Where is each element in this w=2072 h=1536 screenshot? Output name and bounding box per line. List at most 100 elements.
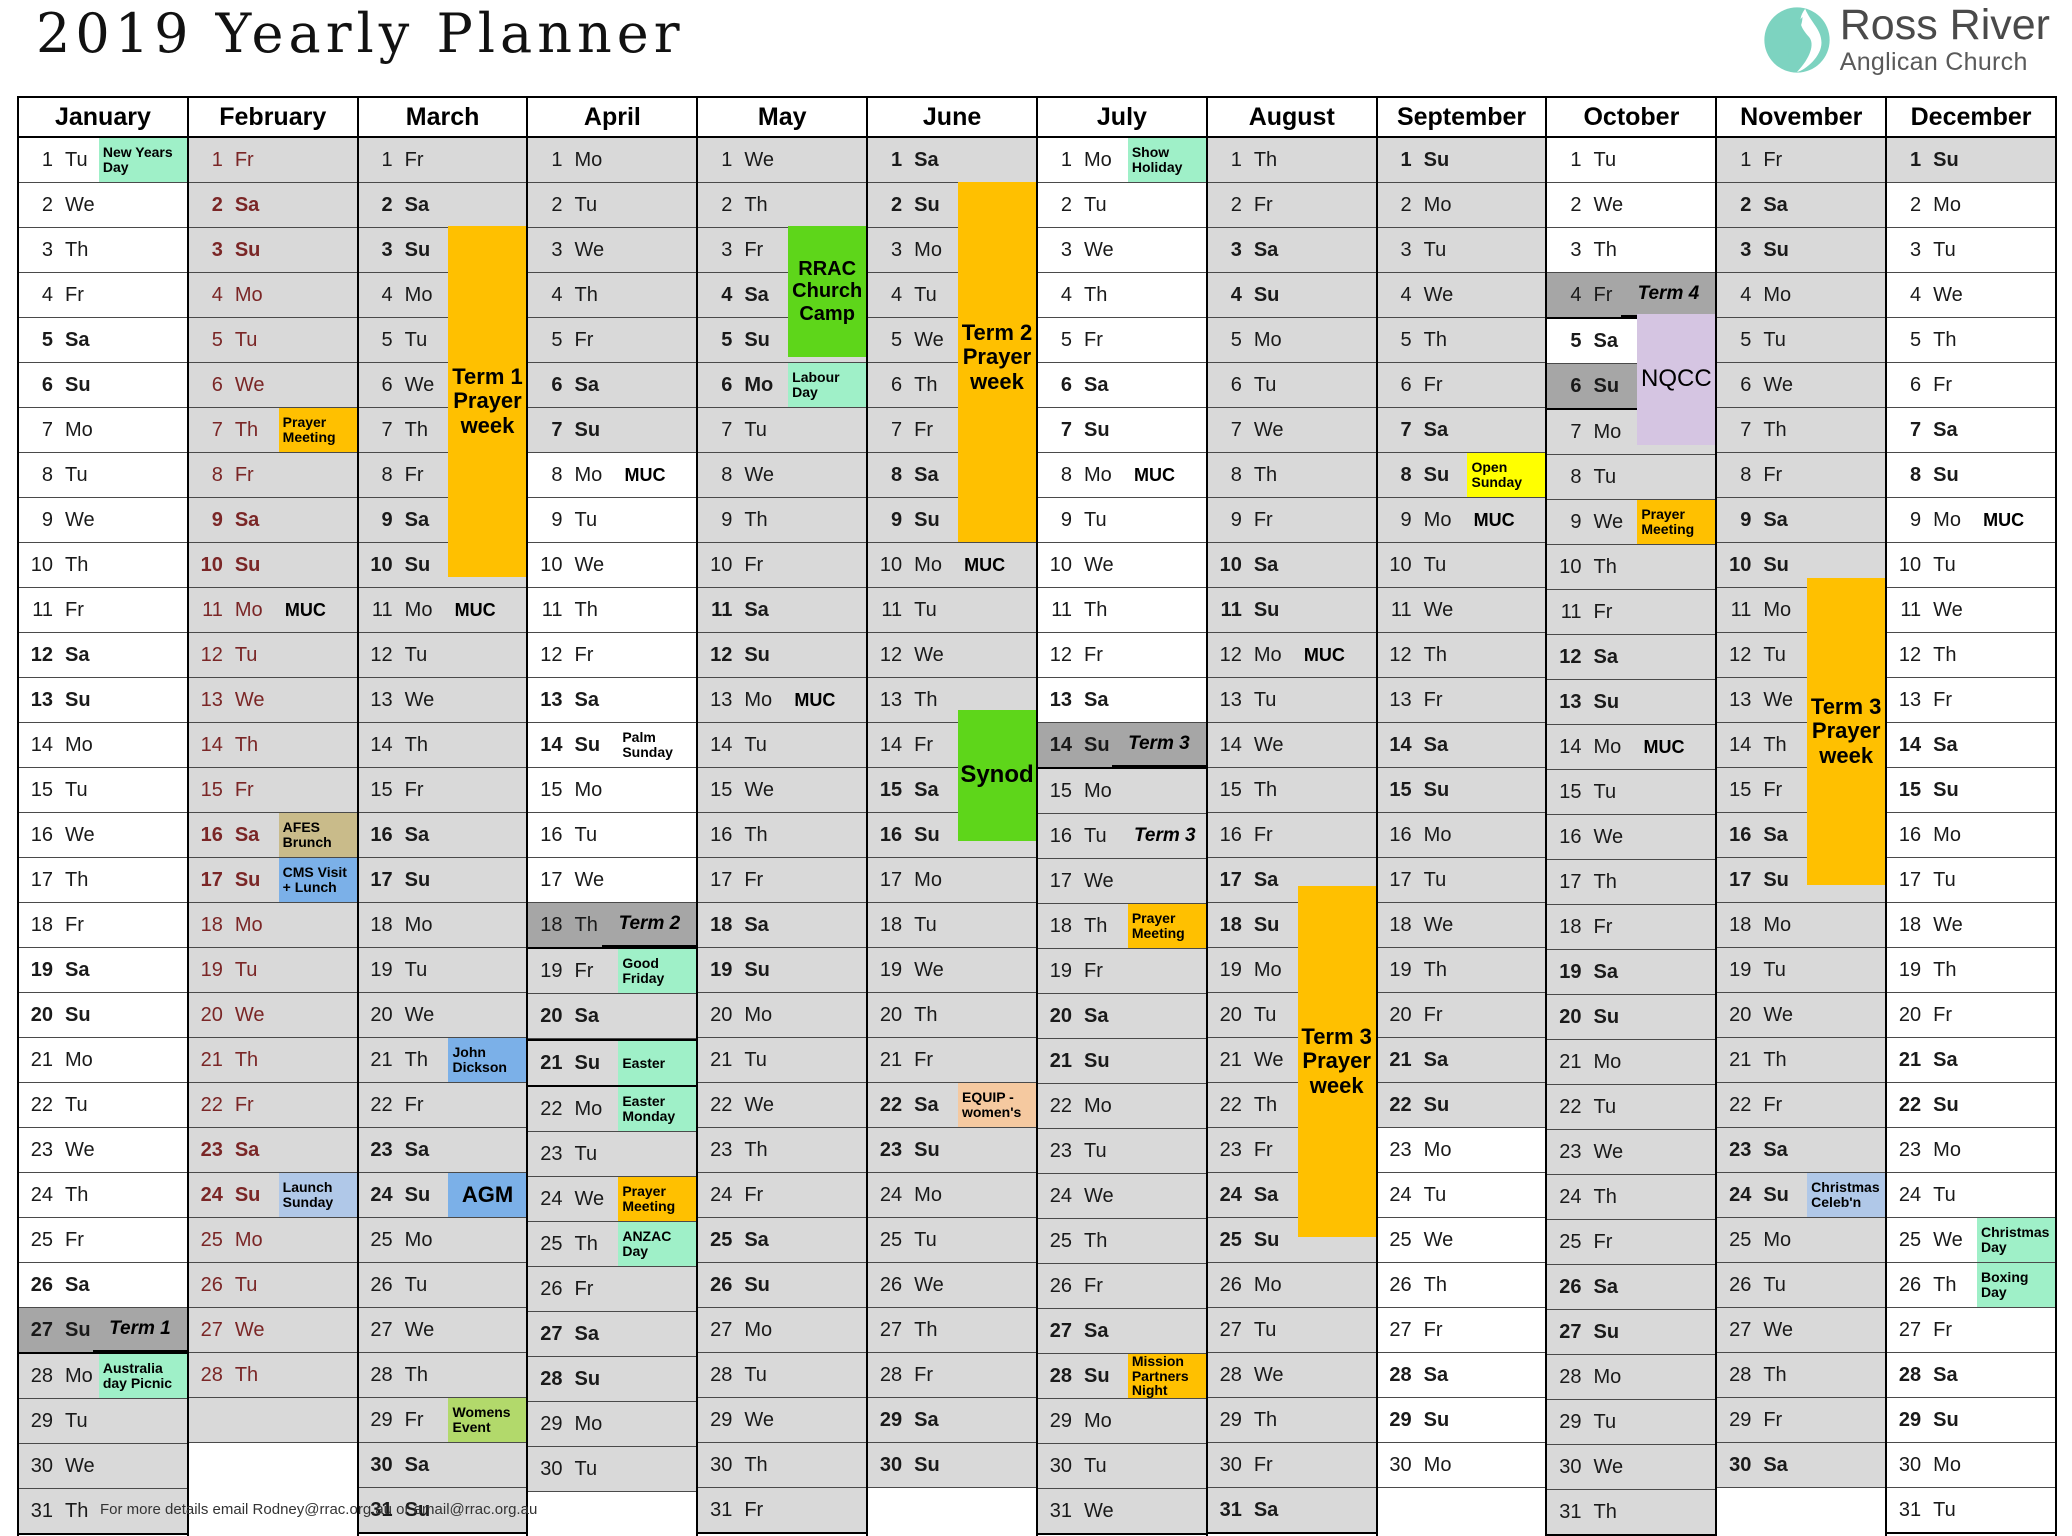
day-weekday: Fr (574, 644, 594, 666)
day-weekday: Sa (1763, 194, 1788, 216)
day-weekday: Tu (744, 1364, 767, 1386)
day-weekday: Th (1763, 1364, 1787, 1386)
day-weekday: Fr (1083, 644, 1103, 666)
day-cell: 29 Su (1377, 1398, 1546, 1443)
day-cell: 4 Th (1037, 273, 1206, 318)
day-cell: 7 Tu (698, 408, 867, 453)
day-weekday: Tu (1593, 781, 1617, 803)
day-number: 10 (30, 554, 53, 576)
day-weekday: Su (1763, 239, 1789, 261)
day-weekday: Sa (1763, 1139, 1788, 1161)
day-weekday: Sa (744, 914, 769, 936)
day-number: 2 (1740, 194, 1752, 216)
day-weekday: Th (234, 419, 259, 441)
day-number: 2 (891, 194, 903, 216)
day-weekday: Sa (65, 1274, 90, 1296)
day-weekday: Th (404, 1049, 428, 1071)
day-weekday: Mo (404, 914, 433, 936)
day-number: 18 (1049, 915, 1072, 937)
day-number: 29 (1898, 1409, 1922, 1431)
day-cell: 30 Tu (1037, 1444, 1206, 1489)
day-weekday: Fr (1083, 1275, 1103, 1297)
day-cell: 1 Mo Show Holiday (1037, 138, 1206, 183)
day-cell: 24 Tu (1887, 1173, 2055, 1218)
day-weekday: Mo (914, 239, 942, 261)
month-column-october: October 1 Tu 2 We 3 Th 4 Fr Term 4 5 Sa 6 Su 7 Mo 8 Tu 9 We… (1547, 98, 1718, 1536)
day-weekday: Fr (404, 1094, 424, 1116)
day-number: 24 (1729, 1184, 1752, 1206)
day-number: 14 (370, 734, 393, 756)
day-number: 8 (721, 464, 733, 486)
day-cell: 23 Tu (528, 1132, 697, 1177)
day-cell: 17 Tu (1377, 858, 1546, 903)
day-cell: 16 We (1547, 815, 1716, 860)
day-number: 18 (1898, 914, 1922, 936)
day-cell: 11 Fr (1547, 590, 1716, 635)
day-cell: 26 Tu (358, 1263, 527, 1308)
day-number: 5 (891, 329, 903, 351)
day-weekday: Tu (1423, 239, 1447, 261)
day-cell: 21 Su (1037, 1039, 1206, 1084)
day-number: 9 (1400, 509, 1412, 531)
day-cell: 9 Tu (1037, 498, 1206, 543)
day-weekday: Fr (914, 734, 934, 756)
day-weekday: Sa (914, 1409, 939, 1431)
day-cell: 31 Tu (1887, 1488, 2055, 1534)
day-note: Term 3 (1133, 825, 1196, 846)
day-cell: 12 Sa (1547, 635, 1716, 680)
event-tag: Show Holiday (1127, 138, 1206, 182)
day-cell: 12 Sa (19, 633, 187, 678)
day-weekday: Th (65, 1500, 89, 1522)
day-number: 3 (1910, 239, 1922, 261)
day-weekday: Th (234, 1049, 259, 1071)
day-weekday: We (234, 1319, 265, 1341)
day-number: 1 (211, 149, 223, 171)
day-cell: 23 Th (698, 1128, 867, 1173)
day-cell: 14 Tu (698, 723, 867, 768)
day-weekday: Su (1763, 1184, 1789, 1206)
day-weekday: Mo (574, 1413, 603, 1435)
day-number: 17 (1389, 869, 1412, 891)
day-cell: 13 Su (1547, 680, 1716, 725)
day-number: 27 (1559, 1321, 1582, 1343)
day-cell: 8 Tu (19, 453, 187, 498)
day-number: 20 (1729, 1004, 1752, 1026)
day-number: 6 (1740, 374, 1752, 396)
day-cell: 18 Th Term 2 (528, 903, 697, 949)
day-number: 11 (1560, 601, 1582, 623)
day-weekday: Fr (1933, 1004, 1953, 1026)
day-number: 11 (1220, 599, 1242, 621)
day-weekday: Su (914, 1454, 940, 1476)
day-number: 22 (200, 1094, 223, 1116)
day-weekday: Sa (744, 1229, 769, 1251)
day-weekday: Th (914, 689, 938, 711)
day-cell: 26 Tu (188, 1263, 357, 1308)
day-number: 9 (551, 509, 563, 531)
day-number: 26 (1219, 1274, 1242, 1296)
day-cell: 10 We (528, 543, 697, 588)
day-weekday: Sa (65, 644, 90, 666)
day-weekday: Sa (1083, 1320, 1109, 1342)
day-weekday: Fr (744, 869, 764, 891)
day-cell: 8 Su (1887, 453, 2055, 498)
day-number: 12 (1219, 644, 1242, 666)
event-tag: ANZAC Day (618, 1222, 697, 1266)
day-cell: 27 Sa (528, 1312, 697, 1357)
day-number: 13 (1389, 689, 1412, 711)
day-cell: 1 Tu (1547, 138, 1716, 183)
day-weekday: Mo (1593, 736, 1622, 758)
day-weekday: We (65, 1139, 95, 1161)
day-number: 10 (370, 554, 393, 576)
day-weekday: Su (1763, 554, 1789, 576)
day-number: 9 (1060, 509, 1072, 531)
day-number: 16 (30, 824, 53, 846)
day-cell: 5 Fr (1037, 318, 1206, 363)
day-weekday: Mo (914, 1184, 942, 1206)
day-weekday: Fr (65, 599, 84, 621)
day-weekday: Mo (404, 1229, 433, 1251)
day-number: 19 (1559, 961, 1582, 983)
day-cell: 6 Fr (1377, 363, 1546, 408)
day-cell: 5 Th (1887, 318, 2055, 363)
day-cell: 7 Su (528, 408, 697, 453)
day-cell: 28 Mo (1547, 1355, 1716, 1400)
